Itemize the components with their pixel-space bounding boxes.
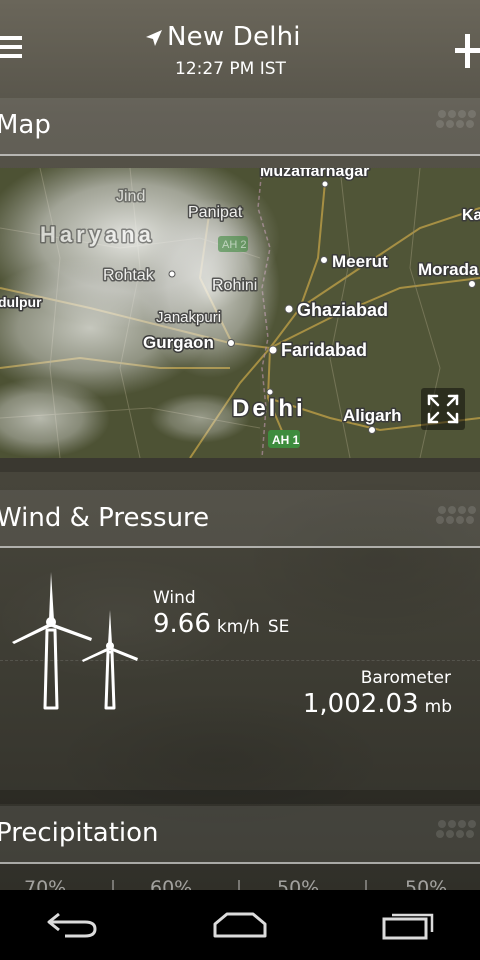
- section-title: Precipitation: [0, 818, 159, 848]
- map-label: dulpur: [0, 294, 42, 310]
- local-time: 12:27 PM IST: [175, 59, 286, 79]
- location-arrow-icon: [146, 30, 162, 46]
- system-nav-bar: [0, 890, 480, 960]
- drag-handle-icon[interactable]: [436, 820, 480, 840]
- precipitation-strip: 70% 60% 50% 50%: [0, 876, 480, 890]
- section-header-wind-pressure: Wind & Pressure: [0, 490, 480, 548]
- section-header-map: Map: [0, 98, 480, 156]
- divider: [0, 660, 480, 661]
- section-separator: [0, 790, 480, 804]
- wind-speed: 9.66: [153, 609, 211, 639]
- barometer-unit: mb: [424, 697, 452, 717]
- map-label: Meerut: [332, 252, 388, 271]
- map-label: AH 2: [222, 239, 246, 251]
- drag-handle-icon[interactable]: [436, 506, 480, 526]
- precip-value: 50%: [277, 877, 320, 890]
- map-canvas: Muzaffarnagar Jind Panipat Haryana AH 2 …: [0, 168, 480, 458]
- map-label: Morada: [418, 260, 479, 279]
- section-title: Wind & Pressure: [0, 503, 210, 533]
- app-header: New Delhi 12:27 PM IST: [0, 0, 480, 96]
- map-label: Gurgaon: [143, 333, 214, 352]
- wind-direction: SE: [267, 617, 290, 637]
- map-label: Aligarh: [343, 406, 402, 425]
- map-label: Faridabad: [281, 340, 367, 360]
- weather-map[interactable]: Muzaffarnagar Jind Panipat Haryana AH 2 …: [0, 168, 480, 458]
- map-label: Rohtak: [103, 267, 155, 284]
- map-label: AH 1: [272, 433, 300, 447]
- section-header-precipitation: Precipitation: [0, 806, 480, 864]
- map-label: Haryana: [40, 222, 155, 247]
- map-label: Ka: [462, 207, 480, 224]
- map-label: Delhi: [232, 395, 306, 422]
- menu-icon[interactable]: [0, 36, 24, 62]
- precip-value: 50%: [405, 877, 448, 890]
- map-label: Muzaffarnagar: [260, 168, 369, 180]
- barometer-reading: 1,002.03 mb: [303, 688, 452, 723]
- map-label: Panipat: [188, 204, 243, 221]
- precip-value: 70%: [24, 877, 67, 890]
- drag-handle-icon[interactable]: [436, 110, 480, 130]
- map-label: Janakpuri: [156, 309, 221, 326]
- map-label: Jind: [116, 188, 145, 205]
- map-label: Ghaziabad: [297, 300, 388, 320]
- section-separator: [0, 458, 480, 472]
- location-name[interactable]: New Delhi: [167, 20, 301, 54]
- back-icon[interactable]: [22, 890, 122, 960]
- wind-turbine-icon: [12, 572, 138, 710]
- wind-unit: km/h: [216, 617, 260, 637]
- barometer-value: 1,002.03: [302, 689, 419, 719]
- plus-icon[interactable]: [455, 34, 480, 68]
- wind-reading: 9.66 km/h SE: [153, 608, 289, 643]
- barometer-label: Barometer: [360, 668, 451, 688]
- section-title: Map: [0, 110, 51, 140]
- expand-icon[interactable]: [421, 388, 465, 430]
- recent-apps-icon[interactable]: [358, 890, 458, 960]
- precip-value: 60%: [150, 877, 193, 890]
- wind-label: Wind: [153, 588, 196, 608]
- map-label: Rohini: [212, 277, 257, 294]
- home-icon[interactable]: [190, 890, 290, 960]
